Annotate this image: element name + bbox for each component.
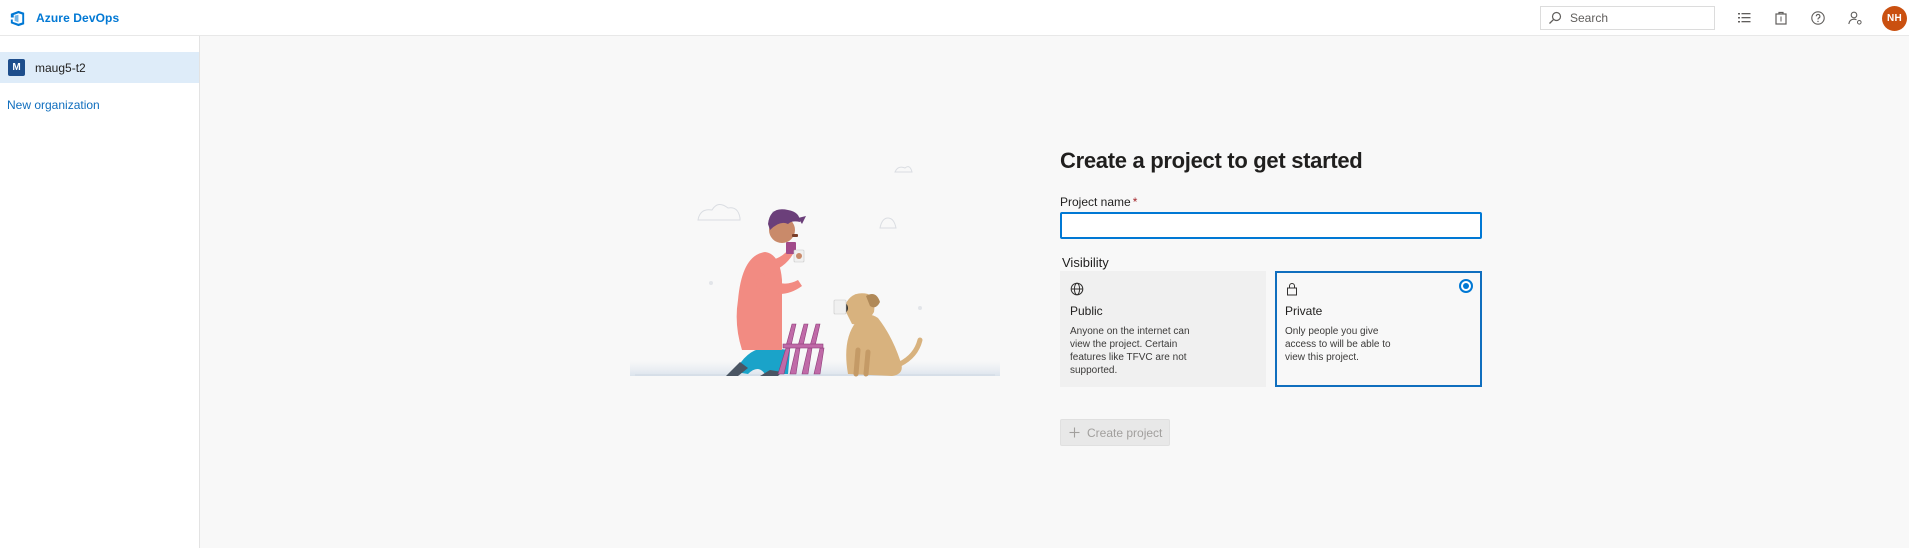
create-project-form: Create a project to get started Project …: [1060, 145, 1482, 446]
marketplace-button[interactable]: [1772, 9, 1790, 27]
project-name-label-text: Project name: [1060, 195, 1131, 209]
azure-devops-logo-icon: [10, 10, 25, 26]
search-input[interactable]: [1570, 11, 1710, 25]
work-items-icon: [1738, 13, 1751, 23]
marketplace-icon: [1775, 11, 1787, 25]
visibility-private-option[interactable]: Private Only people you give access to w…: [1275, 271, 1482, 387]
sidebar-item-organization[interactable]: M maug5-t2: [0, 52, 199, 83]
lock-icon: [1287, 283, 1297, 296]
create-project-button[interactable]: Create project: [1060, 419, 1170, 446]
help-button[interactable]: [1809, 9, 1827, 27]
organization-initial: M: [12, 62, 21, 73]
user-settings-button[interactable]: [1846, 9, 1864, 27]
brand-link[interactable]: Azure DevOps: [8, 8, 119, 28]
house-of-cards-illustration: [630, 166, 1000, 377]
visibility-public-option[interactable]: Public Anyone on the internet can view t…: [1060, 271, 1266, 387]
page-title: Create a project to get started: [1060, 148, 1363, 173]
organization-avatar: M: [8, 59, 25, 76]
sidebar: M maug5-t2 New organization: [0, 36, 200, 548]
user-avatar[interactable]: NH: [1882, 6, 1907, 31]
visibility-label: Visibility: [1062, 255, 1109, 270]
new-organization-link[interactable]: New organization: [7, 98, 100, 112]
search-box[interactable]: [1540, 6, 1715, 30]
create-project-label: Create project: [1087, 425, 1163, 440]
brand-name: Azure DevOps: [36, 11, 120, 25]
visibility-private-description: Only people you give access to will be a…: [1285, 326, 1391, 363]
project-name-input[interactable]: [1060, 212, 1482, 239]
work-items-button[interactable]: [1735, 9, 1753, 27]
visibility-private-title: Private: [1285, 304, 1323, 318]
top-bar: Azure DevOps Search NH: [0, 0, 1909, 36]
project-name-label: Project name *: [1060, 195, 1137, 209]
plus-icon: [1069, 427, 1080, 438]
organization-name: maug5-t2: [35, 60, 86, 75]
visibility-private-radio[interactable]: [1459, 279, 1473, 293]
search-icon: [1549, 11, 1562, 24]
radio-selected-dot: [1463, 283, 1469, 289]
required-marker: *: [1132, 195, 1138, 209]
visibility-public-title: Public: [1070, 304, 1103, 318]
avatar-initials: NH: [1886, 13, 1903, 24]
visibility-public-description: Anyone on the internet can view the proj…: [1070, 326, 1190, 376]
user-settings-icon: [1848, 11, 1862, 25]
globe-icon: [1070, 282, 1084, 296]
help-icon: [1811, 11, 1825, 25]
